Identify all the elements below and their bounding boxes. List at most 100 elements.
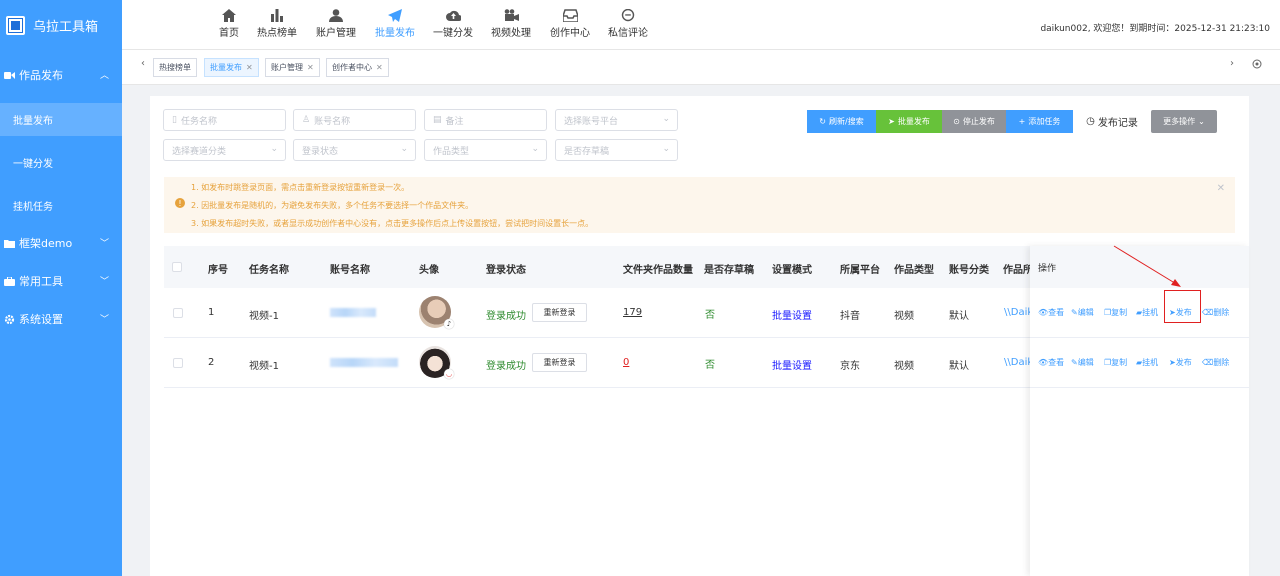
nav-hot-list[interactable]: 热点榜单 <box>247 8 307 39</box>
publish-log-button[interactable]: ◷ 发布记录 <box>1083 110 1141 133</box>
tabs-scroll-right-icon[interactable]: › <box>1230 58 1234 69</box>
app-title: 乌拉工具箱 <box>33 19 99 35</box>
save-draft-value: 否 <box>705 360 715 371</box>
nav-messages-comments[interactable]: 私信评论 <box>598 8 658 39</box>
inbox-icon <box>562 8 578 22</box>
tab-label: 批量发布 <box>210 63 242 72</box>
paper-plane-icon: ➤ <box>1169 358 1176 367</box>
tab-creator-center[interactable]: 创作者中心 ✕ <box>326 58 389 77</box>
account-category: 默认 <box>949 361 969 372</box>
nav-label: 创作中心 <box>550 28 590 39</box>
edit-button[interactable]: ✎编辑 <box>1071 307 1094 318</box>
placeholder-text: 选择赛道分类 <box>172 146 227 157</box>
button-label: 批量发布 <box>897 117 930 126</box>
sidebar-item-label: 批量发布 <box>13 116 53 127</box>
close-icon[interactable]: ✕ <box>376 63 383 72</box>
tabs-scroll-left-icon[interactable]: ‹ <box>141 58 145 69</box>
stop-publish-button[interactable]: ⊙ 停止发布 <box>942 110 1006 133</box>
row-divider <box>1030 387 1249 388</box>
login-status: 登录成功 <box>486 311 526 322</box>
note-icon: ▤ <box>433 115 442 125</box>
login-status-select[interactable]: 登录状态 ⌄ <box>293 139 416 161</box>
tab-account-management[interactable]: 账户管理 ✕ <box>265 58 320 77</box>
refresh-search-button[interactable]: ↻ 刷新/搜索 <box>807 110 876 133</box>
chevron-down-icon: ⌄ <box>662 114 670 124</box>
nav-one-click-distribute[interactable]: 一键分发 <box>423 8 483 39</box>
sidebar-item-label: 挂机任务 <box>13 202 53 213</box>
tabs-options-icon[interactable] <box>1252 59 1262 72</box>
chevron-down-icon: ⌄ <box>531 144 539 154</box>
batch-publish-button[interactable]: ➤ 批量发布 <box>876 110 942 133</box>
document-icon: ▯ <box>172 115 177 125</box>
category-select[interactable]: 选择赛道分类 ⌄ <box>163 139 286 161</box>
chevron-down-icon: ⌄ <box>662 144 670 154</box>
settings-mode-link[interactable]: 批量设置 <box>772 357 812 372</box>
row-checkbox[interactable] <box>173 358 183 368</box>
sidebar-item-idle-tasks[interactable]: 挂机任务 <box>0 189 122 222</box>
idle-button[interactable]: ▰挂机 <box>1136 357 1158 368</box>
sidebar-group-system-settings[interactable]: 系统设置 ﹀ <box>0 300 122 338</box>
publish-button[interactable]: ➤发布 <box>1169 357 1192 368</box>
folder-work-count-link[interactable]: 179 <box>623 307 642 318</box>
folder-work-count-link[interactable]: 0 <box>623 357 629 368</box>
view-button[interactable]: 👁︎查看 <box>1038 307 1064 318</box>
work-type-select[interactable]: 作品类型 ⌄ <box>424 139 547 161</box>
chat-bubble-icon <box>620 8 636 22</box>
idle-button[interactable]: ▰挂机 <box>1136 307 1158 318</box>
column-header: 文件夹作品数量 <box>623 265 693 276</box>
video-camera-icon <box>503 8 519 22</box>
row-index: 2 <box>208 357 215 368</box>
draft-select[interactable]: 是否存草稿 ⌄ <box>555 139 678 161</box>
relogin-button[interactable]: 重新登录 <box>532 303 587 322</box>
op-label: 挂机 <box>1142 358 1159 367</box>
more-actions-button[interactable]: 更多操作 ⌄ <box>1151 110 1217 133</box>
operations-column: 操作 👁︎查看 ✎编辑 ❐复制 ▰挂机 ➤发布 ⌫删除 👁︎查看 ✎编辑 ❐复制… <box>1030 246 1249 576</box>
select-all-checkbox[interactable] <box>172 262 182 272</box>
chevron-up-icon: ︿ <box>99 71 109 81</box>
add-task-button[interactable]: + 添加任务 <box>1006 110 1073 133</box>
sidebar-group-works-publish[interactable]: 作品发布 ︿ <box>0 56 122 94</box>
op-label: 复制 <box>1111 358 1128 367</box>
sidebar-item-batch-publish[interactable]: 批量发布 <box>0 103 122 136</box>
nav-batch-publish[interactable]: 批量发布 <box>365 8 425 39</box>
close-icon[interactable]: ✕ <box>246 63 253 72</box>
sidebar-item-label: 一键分发 <box>13 159 53 170</box>
row-divider <box>1030 337 1249 338</box>
delete-button[interactable]: ⌫删除 <box>1202 357 1229 368</box>
nav-label: 热点榜单 <box>257 28 297 39</box>
button-label: 重新登录 <box>543 308 576 317</box>
sidebar-item-one-click-distribute[interactable]: 一键分发 <box>0 146 122 179</box>
tab-batch-publish[interactable]: 批量发布 ✕ <box>204 58 259 77</box>
close-icon[interactable]: ✕ <box>307 63 314 72</box>
nav-account-management[interactable]: 账户管理 <box>306 8 366 39</box>
copy-button[interactable]: ❐复制 <box>1104 307 1127 318</box>
video-camera-icon <box>4 70 15 81</box>
chevron-down-icon: ﹀ <box>99 239 109 249</box>
copy-button[interactable]: ❐复制 <box>1104 357 1127 368</box>
sidebar-group-label: 系统设置 <box>19 313 63 326</box>
tabs-bar: ‹ 热搜榜单 批量发布 ✕ 账户管理 ✕ 创作者中心 ✕ › <box>122 50 1280 85</box>
sidebar-group-common-tools[interactable]: 常用工具 ﹀ <box>0 262 122 300</box>
column-header: 账号名称 <box>330 265 370 276</box>
platform-select[interactable]: 选择账号平台 ⌄ <box>555 109 678 131</box>
view-button[interactable]: 👁︎查看 <box>1038 357 1064 368</box>
remark-input[interactable]: ▤ 备注 <box>424 109 547 131</box>
op-label: 删除 <box>1213 308 1230 317</box>
nav-creator-center[interactable]: 创作中心 <box>540 8 600 39</box>
edit-button[interactable]: ✎编辑 <box>1071 357 1094 368</box>
tab-hot-search[interactable]: 热搜榜单 <box>153 58 197 77</box>
platform: 京东 <box>840 361 860 372</box>
delete-button[interactable]: ⌫删除 <box>1202 307 1229 318</box>
row-checkbox[interactable] <box>173 308 183 318</box>
close-icon[interactable]: ✕ <box>1217 183 1225 194</box>
sidebar-group-framework-demo[interactable]: 框架demo ﹀ <box>0 224 122 262</box>
settings-mode-link[interactable]: 批量设置 <box>772 307 812 322</box>
gear-icon <box>4 314 15 325</box>
account-name-input[interactable]: ♙ 账号名称 <box>293 109 416 131</box>
eye-icon: 👁︎ <box>1038 358 1049 367</box>
task-name-input[interactable]: ▯ 任务名称 <box>163 109 286 131</box>
column-header: 设置模式 <box>772 265 812 276</box>
relogin-button[interactable]: 重新登录 <box>532 353 587 372</box>
nav-video-processing[interactable]: 视频处理 <box>481 8 541 39</box>
alert-line: 3. 如果发布超时失败，或者显示成功创作者中心没有，点击更多操作后点上传设置按钮… <box>191 219 594 228</box>
